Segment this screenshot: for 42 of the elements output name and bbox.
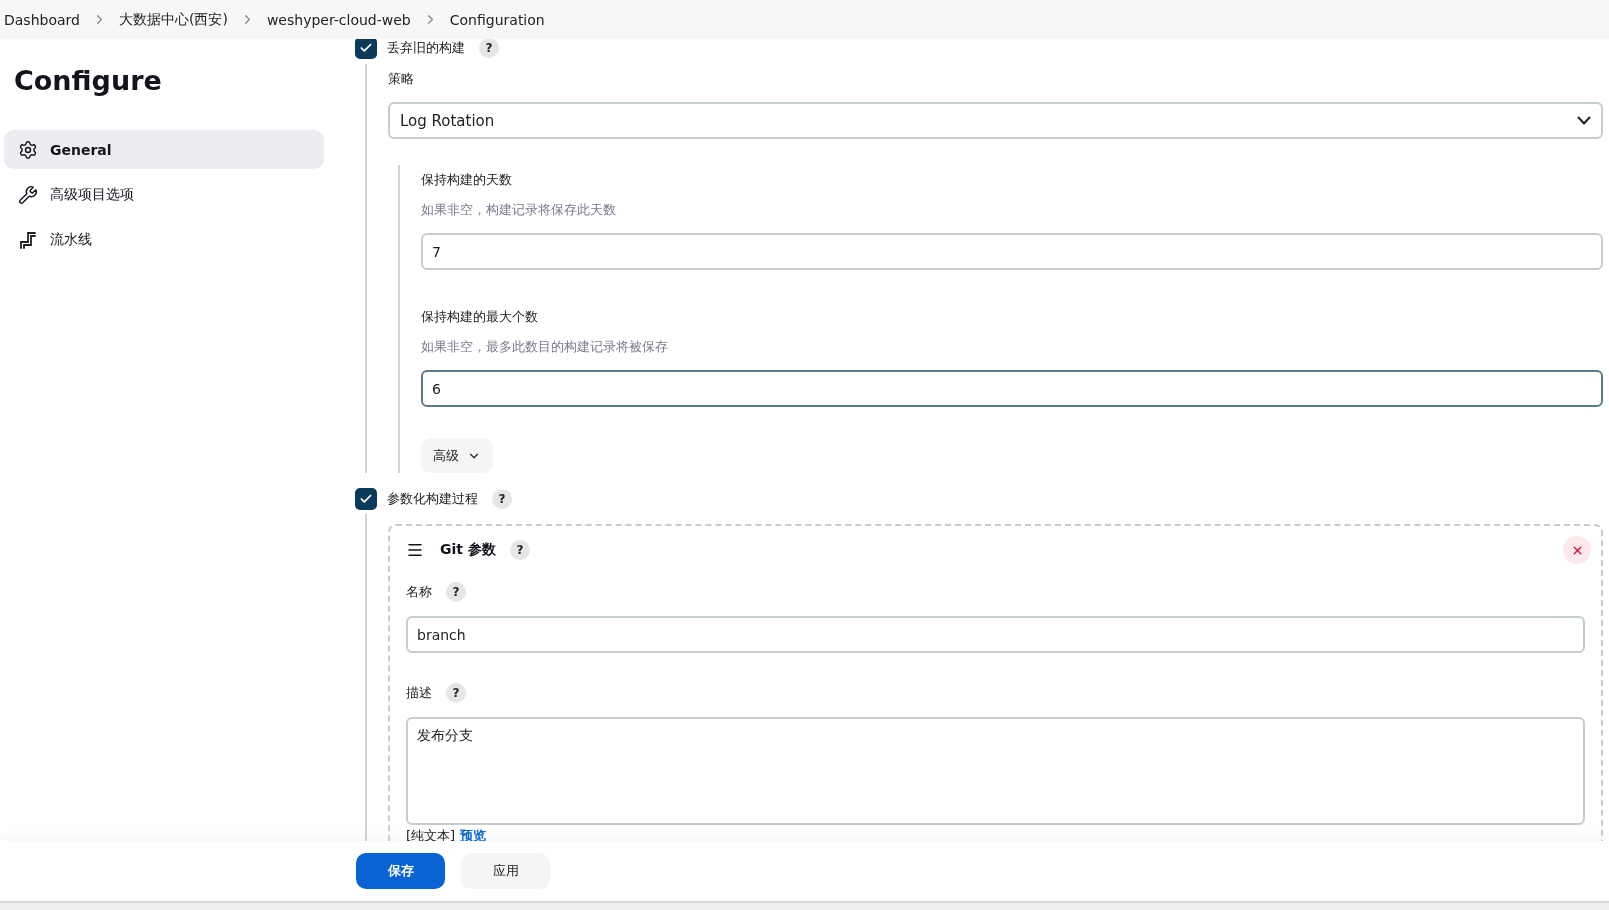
breadcrumb-link[interactable]: weshyper-cloud-web: [266, 11, 411, 28]
sidebar-item[interactable]: 流水线: [4, 220, 324, 259]
save-button[interactable]: 保存: [356, 853, 445, 889]
checkbox-label: 丢弃旧的构建: [387, 39, 465, 57]
name-field[interactable]: branch: [406, 616, 1585, 653]
checkbox-label: 参数化构建过程: [387, 490, 478, 508]
sidebar-item[interactable]: General: [4, 130, 324, 169]
checkbox[interactable]: [355, 39, 377, 59]
field-label: 保持构建的最大个数: [421, 308, 539, 326]
help-icon[interactable]: ?: [446, 683, 466, 703]
help-icon[interactable]: ?: [492, 489, 512, 509]
wrench-icon: [18, 184, 38, 205]
help-icon[interactable]: ?: [446, 582, 466, 602]
field-label: 策略: [388, 70, 415, 88]
check-icon: [359, 41, 373, 55]
breadcrumb-link[interactable]: 大数据中心(西安): [118, 10, 228, 29]
advanced-button[interactable]: 高级: [421, 438, 493, 473]
drag-handle-icon[interactable]: [406, 541, 424, 559]
field-hint: 如果非空，最多此数目的构建记录将被保存: [421, 338, 669, 356]
card-title: Git 参数: [440, 541, 496, 559]
number-field[interactable]: 7: [421, 233, 1603, 270]
pipeline-icon: [18, 229, 38, 250]
close-button[interactable]: [1563, 536, 1591, 564]
format-label: [纯文本]: [406, 827, 456, 841]
page-title: Configure: [14, 65, 163, 96]
help-icon[interactable]: ?: [479, 39, 499, 58]
description-field[interactable]: 发布分支: [406, 717, 1585, 825]
settings-icon: [18, 139, 38, 160]
apply-button[interactable]: 应用: [461, 853, 550, 889]
chevron-down-icon: [1577, 116, 1591, 125]
sidebar-item[interactable]: 高级项目选项: [4, 175, 324, 214]
breadcrumb-link[interactable]: Dashboard: [4, 11, 80, 28]
field-label: 保持构建的天数: [421, 171, 513, 189]
field-label: 名称: [406, 583, 432, 601]
help-icon[interactable]: ?: [509, 540, 530, 560]
field-label: 描述: [406, 684, 432, 702]
field-hint: 如果非空，构建记录将保存此天数: [421, 201, 617, 219]
check-icon: [359, 492, 373, 506]
checkbox[interactable]: [355, 488, 377, 510]
breadcrumb-link[interactable]: Configuration: [449, 11, 545, 28]
number-field[interactable]: 6: [421, 370, 1603, 407]
strategy-select[interactable]: Log Rotation: [388, 102, 1603, 139]
